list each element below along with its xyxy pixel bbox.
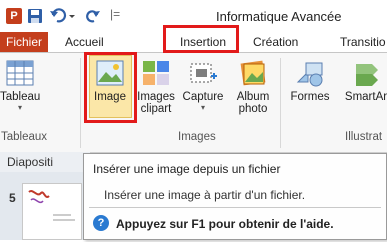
tab-accueil[interactable]: Accueil [65,32,104,52]
clipart-icon [143,61,169,85]
chevron-down-icon: ▾ [17,103,22,112]
screenshot-icon [190,63,217,83]
help-icon: ? [93,215,109,231]
undo-icon[interactable] [49,8,79,24]
smartart-label: SmartAr [344,91,387,103]
album-photo-button[interactable]: Album photo [230,55,276,115]
images-clipart-button[interactable]: Images clipart [136,55,176,115]
tab-transitions[interactable]: Transitio [340,32,386,52]
tooltip-description: Insérer une image à partir d'un fichier. [104,188,306,202]
tab-creation[interactable]: Création [253,32,298,52]
shapes-icon [296,62,323,87]
redo-icon[interactable] [86,8,102,24]
tab-fichier[interactable]: Fichier [0,32,48,52]
tooltip-title: Insérer une image depuis un fichier [93,162,281,176]
group-separator [280,58,281,148]
images-label: Images [137,91,175,103]
smartart-icon [356,64,378,86]
slide-thumbnail[interactable] [22,183,82,240]
save-icon[interactable] [27,8,43,24]
slide-thumbnail-art [28,190,75,221]
capture-button[interactable]: Capture ▾ [176,55,230,112]
formes-button[interactable]: Formes [286,55,334,103]
slide-number: 5 [9,191,16,205]
album-label: Album [236,91,270,103]
customize-qat-button[interactable]: |= [110,7,120,21]
chevron-down-icon: ▾ [200,103,205,112]
group-separator [80,58,81,148]
photo-label: photo [238,103,268,115]
formes-label: Formes [290,91,330,103]
powerpoint-app-icon[interactable]: P [6,8,22,24]
capture-label: Capture [182,91,224,103]
group-label-illustrations: Illustrat [345,131,383,143]
insertion-tab-highlight [163,25,239,53]
tableau-label: Tableau [0,91,41,103]
group-label-tableaux: Tableaux [1,131,48,143]
smartart-button[interactable]: SmartAr [336,55,387,103]
table-icon [6,60,34,86]
image-button-highlight [84,52,137,123]
clipart-label: clipart [140,103,172,115]
tooltip-divider [89,207,381,208]
slides-panel-tab[interactable]: Diapositi [7,155,53,169]
photo-album-icon [240,60,266,86]
tableau-button[interactable]: Tableau ▾ [0,55,40,112]
window-title: Informatique Avancée [216,9,342,24]
group-label-images: Images [178,131,216,143]
tooltip-help-text: Appuyez sur F1 pour obtenir de l'aide. [116,217,334,231]
